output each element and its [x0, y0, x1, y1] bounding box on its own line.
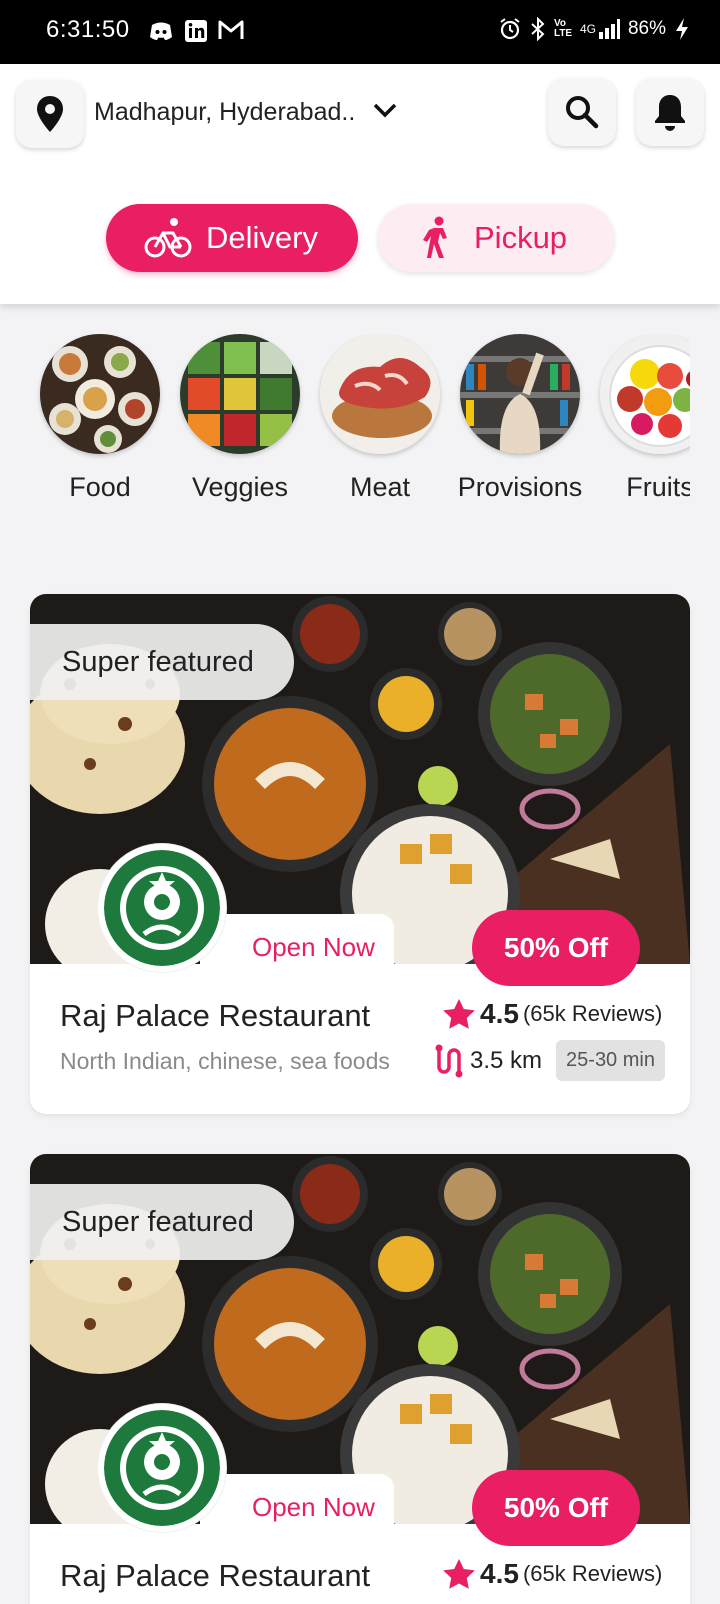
bicycle-icon: [144, 218, 192, 258]
notifications-button[interactable]: [636, 78, 704, 146]
bell-icon: [655, 95, 685, 131]
bluetooth-icon: [531, 17, 545, 41]
review-count: (65k Reviews): [522, 1561, 663, 1586]
search-button[interactable]: [548, 78, 616, 146]
header: Madhapur, Hyderabad.. Delivery Pickup: [0, 64, 720, 304]
restaurant-card[interactable]: Super featured Open Now 50% Off Raj Pala…: [30, 1154, 690, 1604]
battery-percent: 86%: [627, 18, 666, 39]
rating: 4.5 (65k Reviews): [442, 1558, 662, 1590]
super-featured-badge: Super featured: [30, 624, 294, 700]
delivery-button[interactable]: Delivery: [106, 204, 358, 272]
walking-person-icon: [423, 216, 447, 258]
category-veggies-image: [180, 334, 300, 454]
category-food[interactable]: Food: [30, 334, 170, 503]
category-meat[interactable]: Meat: [310, 334, 450, 503]
category-label: Fruits: [626, 472, 690, 502]
category-food-image: [40, 334, 160, 454]
restaurant-name: Raj Palace Restaurant: [60, 998, 371, 1033]
pickup-button[interactable]: Pickup: [378, 204, 614, 272]
category-fruits-image: [600, 334, 690, 454]
category-meat-image: [320, 334, 440, 454]
volte-label: Vo LTE: [553, 18, 573, 39]
status-time: 6:31:50: [46, 16, 130, 43]
category-provisions[interactable]: Provisions: [450, 334, 590, 503]
restaurant-cuisine: North Indian, chinese, sea foods: [60, 1048, 390, 1074]
distance: 3.5 km 25-30 min: [434, 1040, 665, 1081]
restaurant-name: Raj Palace Restaurant: [60, 1558, 371, 1593]
category-veggies[interactable]: Veggies: [170, 334, 310, 503]
gmail-icon: [218, 20, 244, 39]
rating-value: 4.5: [480, 998, 519, 1029]
star-icon: [443, 999, 475, 1029]
restaurant-logo: [98, 1404, 226, 1532]
category-label: Veggies: [191, 472, 289, 502]
status-bar: 6:31:50 Vo LTE 4G 86%: [0, 0, 720, 64]
charging-icon: [676, 18, 688, 40]
alarm-icon: [500, 18, 520, 40]
discord-icon: [150, 22, 172, 40]
distance-value: 3.5 km: [470, 1046, 543, 1074]
discount-badge: 50% Off: [472, 1470, 640, 1546]
review-count: (65k Reviews): [522, 1001, 663, 1026]
restaurant-logo: [98, 844, 226, 972]
delivery-label: Delivery: [206, 220, 318, 255]
chevron-down-icon[interactable]: [372, 100, 398, 120]
pickup-label: Pickup: [474, 220, 568, 255]
linkedin-icon: [185, 20, 207, 42]
super-featured-badge: Super featured: [30, 1184, 294, 1260]
open-status: Open Now: [200, 1474, 394, 1530]
discount-badge: 50% Off: [472, 910, 640, 986]
location-button[interactable]: [16, 80, 84, 148]
category-list: Food Veggies Meat Provisions Fruits: [30, 334, 690, 524]
category-label: Food: [69, 472, 131, 502]
category-label: Provisions: [457, 472, 583, 502]
category-label: Meat: [349, 472, 411, 502]
open-status: Open Now: [200, 914, 394, 970]
restaurant-card[interactable]: Super featured Open Now 50% Off Raj Pala…: [30, 594, 690, 1114]
route-icon: [435, 1044, 463, 1077]
search-icon: [566, 96, 599, 129]
delivery-time: 25-30 min: [556, 1040, 665, 1081]
network-type: 4G: [579, 22, 596, 36]
rating-value: 4.5: [480, 1558, 519, 1589]
category-provisions-image: [460, 334, 580, 454]
location-pin-icon: [37, 96, 63, 132]
signal-icon: [598, 19, 620, 39]
star-icon: [443, 1559, 475, 1589]
location-text[interactable]: Madhapur, Hyderabad..: [94, 98, 355, 127]
category-fruits[interactable]: Fruits: [590, 334, 690, 503]
rating: 4.5 (65k Reviews): [442, 998, 662, 1030]
